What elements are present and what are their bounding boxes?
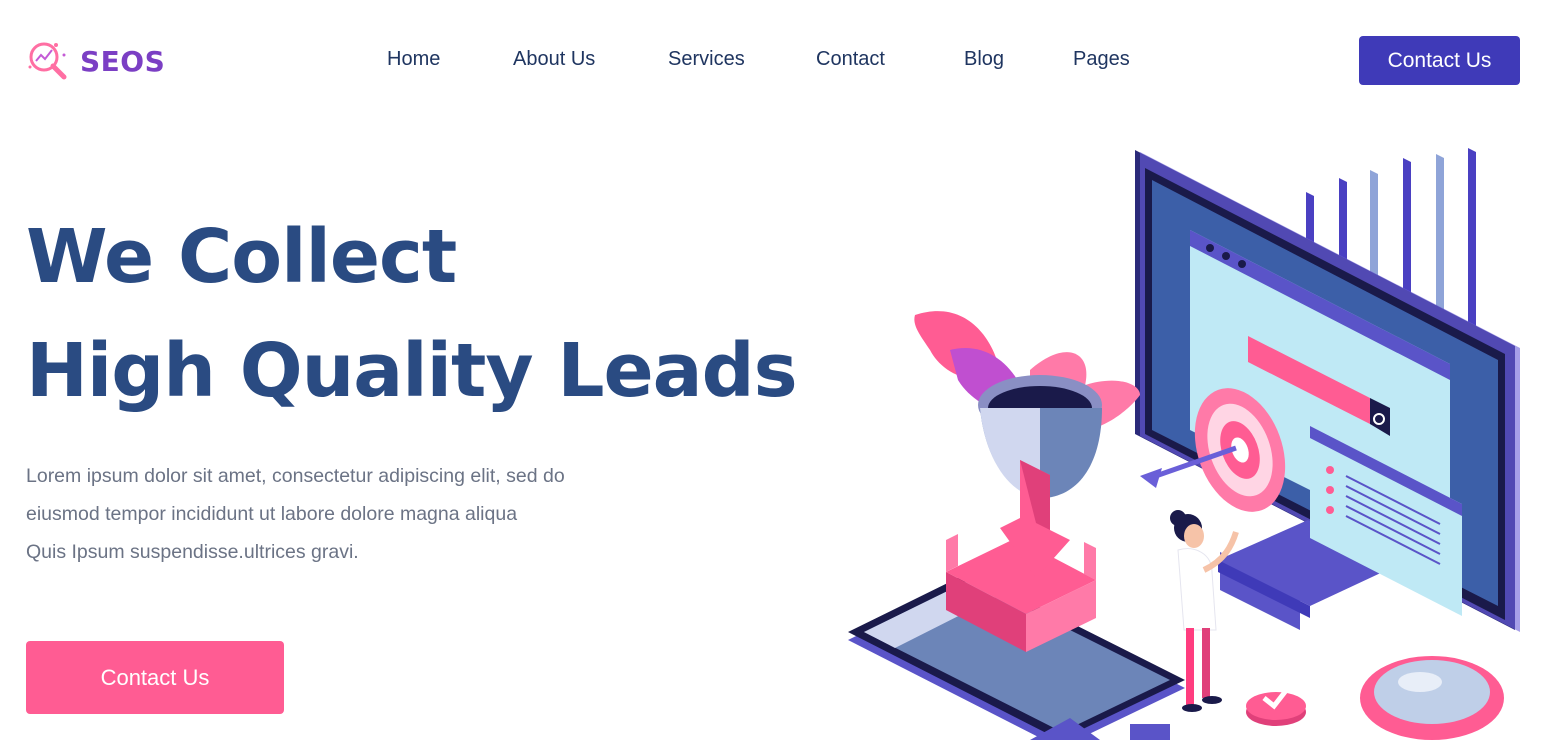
nav-item-pages[interactable]: Pages xyxy=(1073,48,1130,71)
hero-description-line-1: Lorem ipsum dolor sit amet, consectetur … xyxy=(26,465,565,487)
brand-name: SEOS xyxy=(80,44,166,78)
nav-item-blog[interactable]: Blog xyxy=(964,48,1004,71)
hero-title-line-2: High Quality Leads xyxy=(26,328,798,414)
header-contact-button[interactable]: Contact Us xyxy=(1359,36,1520,85)
hero-description-line-3: Quis Ipsum suspendisse.ultrices gravi. xyxy=(26,541,359,563)
nav-item-home[interactable]: Home xyxy=(387,48,440,71)
nav-item-services[interactable]: Services xyxy=(668,48,745,71)
brand-logo[interactable]: SEOS xyxy=(24,37,165,85)
hero-contact-button[interactable]: Contact Us xyxy=(26,641,284,714)
magnifier-graphic xyxy=(1360,656,1504,740)
hero-description: Lorem ipsum dolor sit amet, consectetur … xyxy=(26,457,686,571)
seo-illustration xyxy=(848,148,1520,740)
nav-item-about-us[interactable]: About Us xyxy=(513,48,595,71)
hero-title: We Collect High Quality Leads xyxy=(26,200,798,428)
nav-item-contact[interactable]: Contact xyxy=(816,48,885,71)
magnifier-chart-icon xyxy=(28,42,67,80)
hero-description-line-2: eiusmod tempor incididunt ut labore dolo… xyxy=(26,503,518,525)
check-badge-graphic xyxy=(1246,686,1306,726)
hero-title-line-1: We Collect xyxy=(26,214,457,300)
